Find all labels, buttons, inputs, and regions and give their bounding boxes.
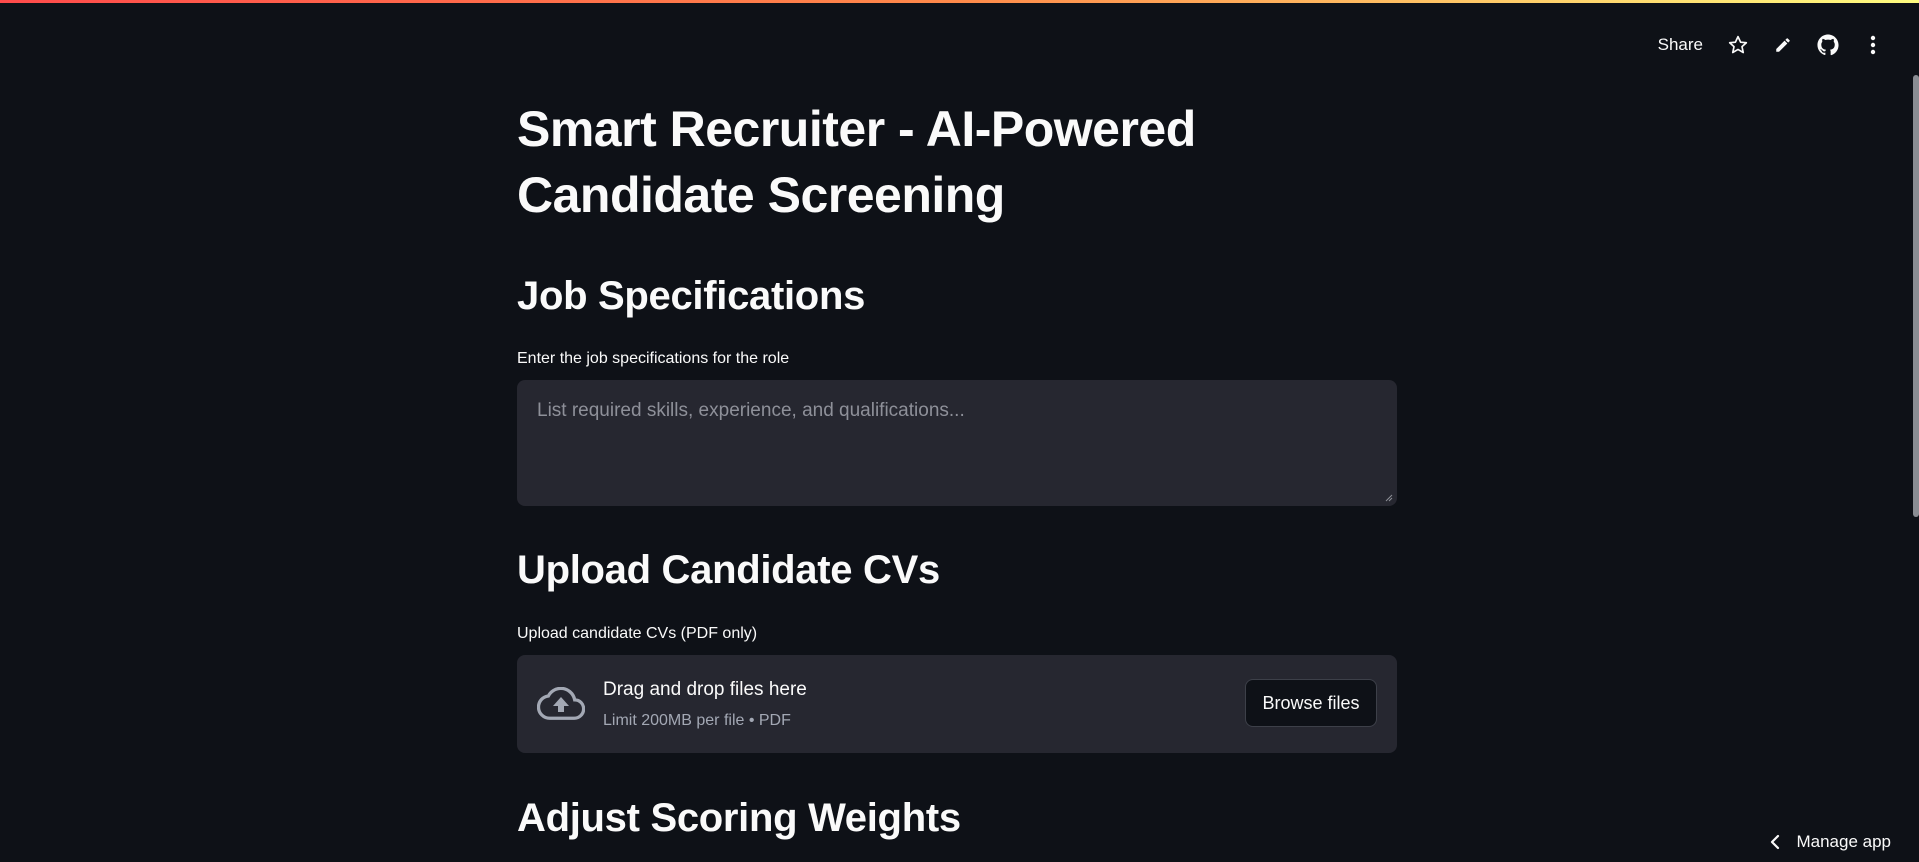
app-toolbar: Share bbox=[1646, 28, 1895, 62]
more-vertical-icon[interactable] bbox=[1850, 28, 1895, 62]
main-content: Smart Recruiter - AI-Powered Candidate S… bbox=[517, 96, 1397, 840]
dropzone-limit: Limit 200MB per file • PDF bbox=[603, 712, 791, 729]
file-dropzone[interactable]: Drag and drop files here Limit 200MB per… bbox=[517, 655, 1397, 753]
manage-app-label: Manage app bbox=[1796, 832, 1891, 851]
job-specs-textarea[interactable]: List required skills, experience, and qu… bbox=[517, 380, 1397, 506]
dropzone-title: Drag and drop files here bbox=[603, 679, 807, 700]
resize-handle-icon[interactable] bbox=[1385, 494, 1393, 502]
upload-cvs-label: Upload candidate CVs (PDF only) bbox=[517, 625, 758, 642]
share-button[interactable]: Share bbox=[1646, 29, 1715, 61]
job-specifications-header: Job Specifications bbox=[517, 274, 866, 318]
job-specs-label: Enter the job specifications for the rol… bbox=[517, 350, 790, 367]
upload-cvs-header: Upload Candidate CVs bbox=[517, 548, 940, 592]
page-scrollbar[interactable] bbox=[1913, 75, 1919, 517]
scoring-weights-header: Adjust Scoring Weights bbox=[517, 796, 961, 840]
manage-app-button[interactable]: Manage app bbox=[1770, 832, 1891, 852]
github-icon[interactable] bbox=[1805, 28, 1850, 62]
pencil-icon[interactable] bbox=[1760, 28, 1805, 62]
page-title: Smart Recruiter - AI-Powered Candidate S… bbox=[517, 101, 1196, 223]
browse-files-button[interactable]: Browse files bbox=[1245, 679, 1377, 727]
cloud-upload-icon bbox=[537, 687, 585, 720]
job-specs-placeholder: List required skills, experience, and qu… bbox=[537, 400, 965, 421]
star-icon[interactable] bbox=[1715, 28, 1760, 62]
chevron-left-icon bbox=[1771, 834, 1780, 850]
top-decoration-bar bbox=[0, 0, 1919, 3]
